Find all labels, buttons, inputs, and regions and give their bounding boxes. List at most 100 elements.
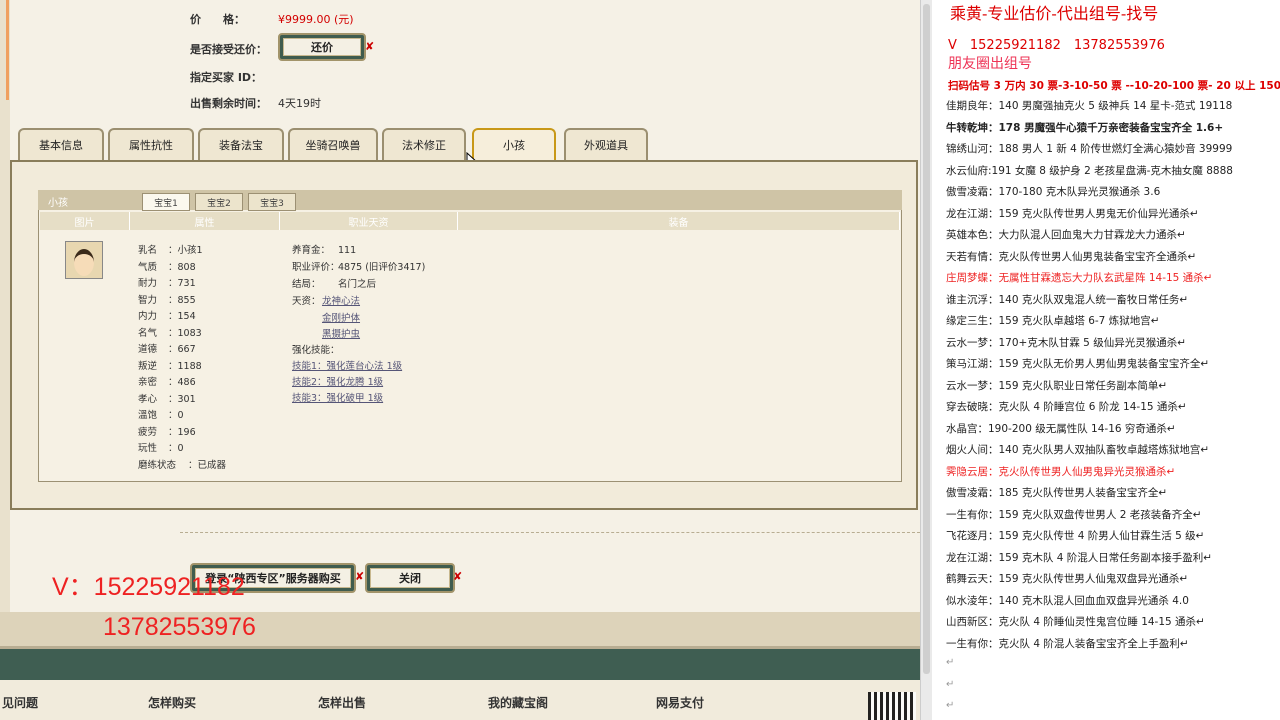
- listing-line: 云水一梦：159 克火队职业日常任务副本简单↵: [946, 379, 1168, 392]
- attribute-separator: ：: [168, 245, 178, 256]
- attribute-separator: ：: [168, 278, 178, 289]
- rating-label: 职业评价：: [292, 262, 340, 273]
- tab-appearance[interactable]: 外观道具: [564, 128, 648, 160]
- column-header-attributes: 属性: [130, 212, 280, 230]
- attribute-separator: ：: [168, 410, 178, 421]
- attribute-row: 亲密 ：486: [138, 374, 196, 388]
- child-face-icon: [74, 249, 94, 276]
- subtab-baby-3[interactable]: 宝宝3: [248, 193, 296, 211]
- attribute-separator: ：: [168, 327, 178, 339]
- close-button[interactable]: 关闭: [365, 563, 455, 593]
- skill-link[interactable]: 技能2：强化龙腾 1级: [292, 377, 383, 388]
- ending-label: 结局：: [292, 279, 321, 290]
- panel-phones: V 15225921182 13782553976: [948, 38, 1165, 53]
- tab-child[interactable]: 小孩: [472, 128, 556, 160]
- talent-link[interactable]: 金刚护体: [322, 313, 360, 324]
- attribute-separator: ：: [168, 294, 178, 306]
- attribute-value: 196: [177, 426, 196, 438]
- attribute-key: 智力: [138, 294, 158, 306]
- attribute-separator: ：: [168, 393, 178, 405]
- tab-spells[interactable]: 法术修正: [382, 128, 466, 160]
- listing-line: 龙在江湖：159 克火队传世男人男鬼无价仙异光通杀↵: [946, 207, 1199, 220]
- talent-link[interactable]: 龙神心法: [322, 296, 360, 307]
- listing-line: 傲雪凌霜：170-180 克木队异光灵猴通杀 3.6: [946, 186, 1161, 198]
- listing-line: 谁主沉浮：140 克火队双鬼混人统一畜牧日常任务↵: [946, 293, 1189, 306]
- talent-link[interactable]: 黑摄护虫: [322, 329, 360, 340]
- tab-label: 法术修正: [402, 139, 446, 152]
- attribute-key: 溫饱: [138, 410, 158, 421]
- footer-link-payment[interactable]: 网易支付: [656, 694, 704, 711]
- tab-label: 属性抗性: [129, 139, 173, 152]
- listing-line: 傲雪凌霜：185 克火队传世男人装备宝宝齐全↵: [946, 487, 1168, 499]
- skill-link[interactable]: 技能3：强化破甲 1级: [292, 393, 383, 404]
- listing-line: 似水淩年：140 克木队混人回血血双盘异光通杀 4.0: [946, 594, 1189, 607]
- overlay-contact-v: V：15225921182: [52, 573, 245, 601]
- skills-label: 强化技能：: [292, 345, 340, 356]
- remaining-label: 出售剩余时间：: [190, 97, 267, 110]
- listing-line: 龙在江湖：159 克木队 4 阶混人日常任务副本接手盈利↵: [946, 551, 1213, 564]
- subtab-label: 宝宝1: [154, 198, 178, 209]
- bargain-row: 是否接受还价：: [190, 41, 278, 57]
- attribute-row: 玩性 ：0: [138, 440, 184, 454]
- text-panel: 乘黄-专业估价-代出组号-找号 V 15225921182 1378255397…: [932, 0, 1280, 720]
- footer-link-how-to-sell[interactable]: 怎样出售: [318, 694, 366, 711]
- subtab-baby-1[interactable]: 宝宝1: [142, 193, 190, 211]
- listing-line: 英雄本色：大力队混人回血鬼大力甘霖龙大力通杀↵: [946, 229, 1186, 241]
- attribute-key: 疲劳: [138, 426, 158, 438]
- listing-line: 庄周梦蝶：无属性甘霖遗忘大力队玄武星阵 14-15 通杀↵: [946, 272, 1213, 284]
- tab-label: 外观道具: [584, 139, 628, 152]
- price-value: ¥9999.00 (元): [278, 13, 354, 26]
- empty-line-mark: ↵: [946, 678, 955, 690]
- tab-basic-info[interactable]: 基本信息: [18, 128, 104, 160]
- attribute-value: 已成器: [197, 459, 227, 471]
- skill-row-3: 技能3：强化破甲 1级: [292, 390, 383, 404]
- scrollbar[interactable]: [920, 0, 932, 720]
- attribute-value: 667: [177, 344, 196, 355]
- attribute-row: 内力 ：154: [138, 308, 196, 322]
- price-label: 价 格：: [190, 13, 245, 26]
- listing-line: 山西新区：克火队 4 阶睡仙灵性鬼宫位睡 14-15 通杀↵: [946, 616, 1205, 628]
- listing-line: 穿去破晓：克火队 4 阶睡宫位 6 阶龙 14-15 通杀↵: [946, 401, 1187, 413]
- attribute-row: 耐力 ：731: [138, 275, 196, 289]
- attribute-value: 0: [177, 410, 184, 421]
- subtab-baby-2[interactable]: 宝宝2: [195, 193, 243, 211]
- listing-line: 一生有你：克火队 4 阶混人装备宝宝齐全上手盈利↵: [946, 637, 1189, 650]
- scrollbar-thumb[interactable]: [923, 4, 930, 674]
- panel-price-rule: 扫码估号 3 万内 30 票-3-10-50 票 --10-20-100 票- …: [948, 80, 1280, 92]
- tab-label: 小孩: [503, 139, 525, 152]
- talent-row-2: 金刚护体: [322, 310, 360, 324]
- column-header-label: 属性: [194, 217, 215, 229]
- attribute-value: 855: [177, 294, 196, 306]
- listing-line: 缘定三生：159 克火队卓越塔 6-7 炼狱地宫↵: [946, 315, 1160, 327]
- tab-mounts[interactable]: 坐骑召唤兽: [288, 128, 378, 160]
- column-header-label: 图片: [74, 217, 95, 229]
- close-button-label: 关闭: [370, 568, 450, 588]
- attribute-key: 孝心: [138, 393, 158, 405]
- attribute-row: 气质 ：808: [138, 259, 196, 273]
- attribute-separator: ：: [168, 426, 178, 438]
- attribute-value: 1188: [177, 360, 202, 372]
- attribute-key: 玩性: [138, 443, 158, 454]
- footer-link-faq[interactable]: 见问题: [2, 694, 38, 711]
- buy-x-icon: ✘: [355, 570, 365, 583]
- attribute-value: 301: [177, 393, 196, 405]
- bargain-x-icon: ✘: [365, 40, 375, 53]
- skill-link[interactable]: 技能1：强化莲台心法 1级: [292, 361, 402, 372]
- attribute-value: 154: [177, 311, 196, 322]
- tab-label: 坐骑召唤兽: [305, 139, 361, 152]
- empty-line-mark: ↵: [946, 700, 955, 711]
- attribute-key: 乳名: [138, 245, 158, 256]
- attribute-separator: ：: [168, 344, 178, 355]
- tab-attributes[interactable]: 属性抗性: [108, 128, 194, 160]
- attribute-row: 道德 ：667: [138, 341, 196, 355]
- footer-link-how-to-buy[interactable]: 怎样购买: [148, 694, 196, 711]
- listing-line: 霁隐云居：克火队传世男人仙男鬼异光灵猴通杀↵: [946, 465, 1176, 478]
- tab-equipment[interactable]: 装备法宝: [198, 128, 284, 160]
- listing-line: 锦绣山河：188 男人 1 新 4 阶传世燃灯全满心猿妙音 39999: [946, 143, 1233, 155]
- attribute-key: 亲密: [138, 377, 158, 388]
- listing-line: 鹤舞云天：159 克火队传世男人仙鬼双盘异光通杀↵: [946, 573, 1189, 585]
- bargain-button[interactable]: 还价: [278, 33, 366, 61]
- attribute-value: 731: [177, 278, 196, 289]
- accept-bargain-label: 是否接受还价：: [190, 43, 267, 56]
- footer-link-my-treasure[interactable]: 我的藏宝阁: [488, 694, 548, 711]
